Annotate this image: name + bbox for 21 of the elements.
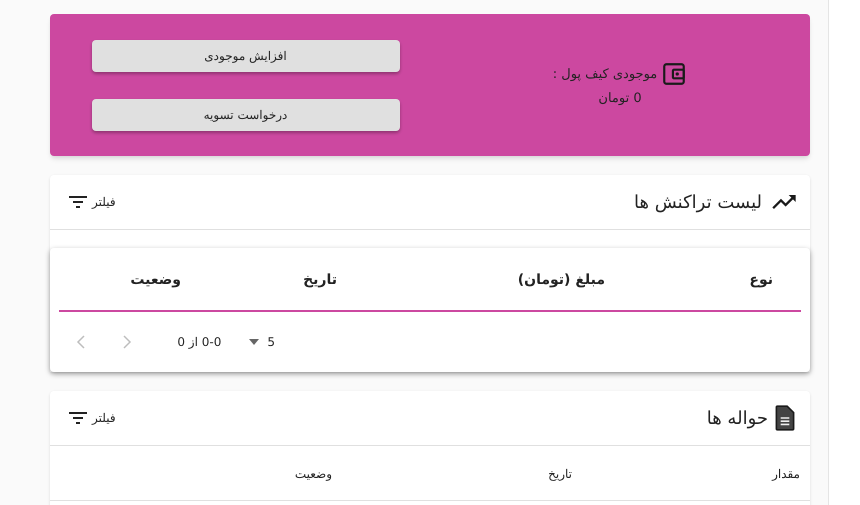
action-button[interactable]: افزایش موجودی xyxy=(92,40,400,72)
pagination-range: 0-0 از 0 xyxy=(177,334,222,351)
filter-icon xyxy=(68,195,88,209)
column-header: تاریخ xyxy=(548,467,572,481)
column-header: وضعیت xyxy=(130,272,181,288)
column-header: مقدار xyxy=(772,467,800,481)
column-header: وضعیت xyxy=(294,467,332,481)
column-header: مبلغ (تومان) xyxy=(518,272,605,288)
wallet-icon xyxy=(661,61,688,88)
column-header: تاریخ xyxy=(303,272,337,288)
filter-button[interactable]: فیلتر xyxy=(62,409,116,427)
rows-per-page-select[interactable]: 5 xyxy=(249,333,275,351)
action-button[interactable]: درخواست تسویه xyxy=(92,98,400,130)
dropdown-icon xyxy=(249,339,260,345)
column-header: نوع xyxy=(749,272,773,288)
filter-icon xyxy=(68,411,88,425)
transfers-title: حواله ها xyxy=(706,406,768,430)
wallet-balance-label: موجودی کیف پول : xyxy=(552,66,658,84)
transactions-title: لیست تراکنش ها xyxy=(634,190,762,214)
filter-button[interactable]: فیلتر xyxy=(62,193,116,211)
wallet-balance-amount: 0 تومان xyxy=(598,90,642,108)
